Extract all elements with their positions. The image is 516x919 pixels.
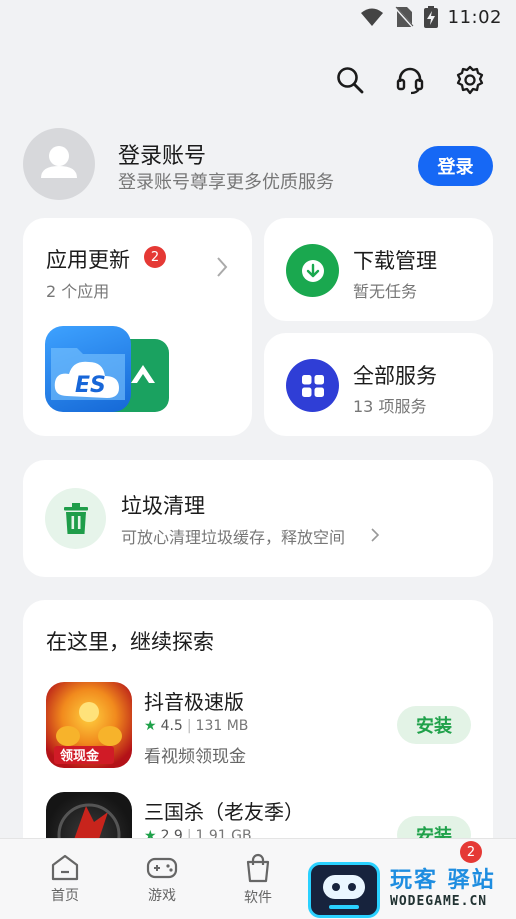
app-update-title: 应用更新 bbox=[46, 248, 130, 272]
nav-label: 软件 bbox=[244, 890, 272, 906]
trash-icon bbox=[63, 502, 88, 534]
avatar[interactable] bbox=[23, 128, 95, 200]
chevron-right-icon bbox=[217, 257, 228, 277]
nav-label: 游戏 bbox=[148, 888, 176, 904]
app-description: 看视频领现金 bbox=[144, 747, 246, 767]
app-name: 三国杀（老友季） bbox=[144, 800, 304, 824]
explore-card: 在这里，继续探索 领现金 抖音极速版 ★ 4.5 | 131 MB 看视频领现金… bbox=[23, 600, 493, 860]
login-button[interactable]: 登录 bbox=[418, 146, 493, 186]
wifi-icon bbox=[360, 8, 383, 26]
settings-button[interactable] bbox=[454, 64, 486, 96]
app-list-item[interactable]: 领现金 抖音极速版 ★ 4.5 | 131 MB 看视频领现金 安装 bbox=[46, 682, 471, 772]
app-name: 抖音极速版 bbox=[144, 690, 244, 714]
download-manager-card[interactable]: 下载管理 暂无任务 bbox=[264, 218, 493, 321]
svg-text:ES: ES bbox=[75, 373, 106, 398]
nav-software[interactable]: 软件 bbox=[228, 853, 288, 907]
battery-charging-icon bbox=[423, 6, 438, 28]
robot-face-icon bbox=[323, 875, 365, 909]
chevron-right-icon bbox=[371, 528, 380, 542]
headset-icon bbox=[396, 67, 424, 95]
app-icon-text: 领现金 bbox=[60, 748, 100, 764]
nav-games[interactable]: 游戏 bbox=[132, 853, 192, 905]
gamepad-icon bbox=[146, 857, 178, 879]
app-rating: 4.5 bbox=[160, 718, 183, 734]
account-section: 登录账号 登录账号尊享更多优质服务 登录 bbox=[23, 128, 493, 204]
search-icon bbox=[337, 67, 364, 94]
default-avatar-icon bbox=[41, 146, 77, 178]
shopping-bag-icon bbox=[246, 853, 270, 883]
home-icon bbox=[51, 854, 79, 881]
folder-cloud-icon: ES bbox=[51, 348, 125, 400]
clean-circle bbox=[45, 488, 106, 549]
explore-title: 在这里，继续探索 bbox=[46, 630, 214, 654]
all-services-subtitle: 13 项服务 bbox=[353, 397, 427, 416]
customer-service-button[interactable] bbox=[394, 64, 426, 96]
watermark-text: 玩客 驿站 bbox=[390, 868, 496, 893]
star-icon: ★ bbox=[144, 718, 157, 734]
download-manager-subtitle: 暂无任务 bbox=[353, 282, 418, 301]
status-bar: 11:02 bbox=[0, 0, 516, 36]
download-manager-title: 下载管理 bbox=[353, 249, 437, 273]
grid-icon bbox=[301, 374, 324, 397]
app-meta-separator: | bbox=[186, 718, 192, 734]
install-button[interactable]: 安装 bbox=[397, 706, 471, 744]
account-title[interactable]: 登录账号 bbox=[118, 138, 206, 170]
download-icon bbox=[301, 259, 324, 282]
es-file-explorer-icon: ES bbox=[45, 326, 131, 412]
download-circle bbox=[286, 244, 339, 297]
nav-home[interactable]: 首页 bbox=[35, 853, 95, 905]
services-circle bbox=[286, 359, 339, 412]
search-button[interactable] bbox=[334, 64, 366, 96]
watermark: 玩客 驿站 WODEGAME.CN bbox=[308, 858, 514, 918]
douyin-lite-app-icon: 领现金 bbox=[46, 682, 132, 768]
watermark-domain: WODEGAME.CN bbox=[390, 894, 488, 909]
status-time: 11:02 bbox=[447, 6, 502, 28]
junk-clean-card[interactable]: 垃圾清理 可放心清理垃圾缓存，释放空间 bbox=[23, 460, 493, 577]
junk-clean-subtitle: 可放心清理垃圾缓存，释放空间 bbox=[121, 528, 346, 547]
app-size: 131 MB bbox=[195, 718, 249, 734]
top-actions bbox=[334, 64, 486, 96]
update-count-badge: 2 bbox=[144, 246, 166, 268]
watermark-logo bbox=[308, 862, 380, 918]
nav-label: 首页 bbox=[51, 888, 79, 904]
junk-clean-title: 垃圾清理 bbox=[121, 494, 205, 518]
settings-icon bbox=[456, 65, 484, 95]
status-icons: 11:02 bbox=[360, 6, 502, 28]
account-subtitle: 登录账号尊享更多优质服务 bbox=[118, 172, 334, 193]
all-services-title: 全部服务 bbox=[353, 364, 437, 388]
app-meta: ★ 4.5 | 131 MB bbox=[144, 718, 248, 734]
app-update-subtitle: 2 个应用 bbox=[46, 282, 110, 301]
coin-reward-icon: 领现金 bbox=[54, 702, 122, 764]
all-services-card[interactable]: 全部服务 13 项服务 bbox=[264, 333, 493, 436]
app-update-card[interactable]: 应用更新 2 2 个应用 ES bbox=[23, 218, 252, 436]
no-sim-icon bbox=[393, 6, 414, 28]
